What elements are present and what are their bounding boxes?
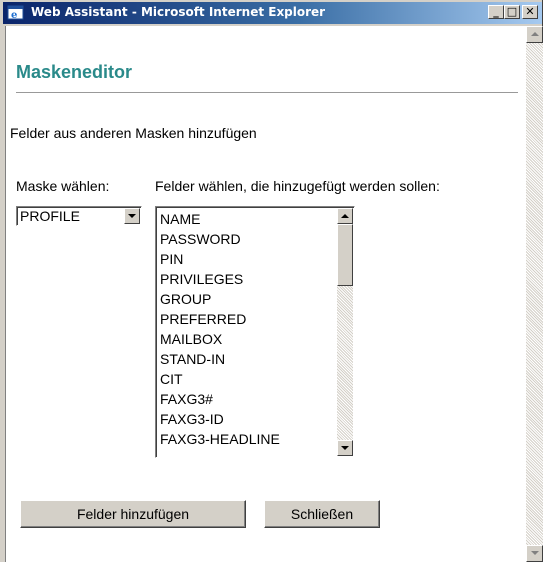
mask-select-label: Maske wählen: xyxy=(16,178,110,194)
list-item[interactable]: FAXG3-ID xyxy=(160,409,280,429)
chevron-down-icon xyxy=(531,551,539,555)
fields-listbox[interactable]: NAME PASSWORD PIN PRIVILEGES GROUP PREFE… xyxy=(155,206,355,458)
list-item[interactable]: STAND-IN xyxy=(160,349,280,369)
fields-list: NAME PASSWORD PIN PRIVILEGES GROUP PREFE… xyxy=(160,209,280,449)
close-window-button[interactable]: ✕ xyxy=(522,5,538,19)
list-item[interactable]: PREFERRED xyxy=(160,309,280,329)
window-scroll-down-button[interactable] xyxy=(526,545,543,562)
page-content: Maskeneditor Felder aus anderen Masken h… xyxy=(5,26,527,562)
list-item[interactable]: FAXG3# xyxy=(160,389,280,409)
fields-list-label: Felder wählen, die hinzugefügt werden so… xyxy=(155,178,440,194)
section-heading: Felder aus anderen Masken hinzufügen xyxy=(10,125,257,141)
chevron-up-icon xyxy=(531,32,539,36)
listbox-scrollbar[interactable] xyxy=(337,208,353,456)
list-item[interactable]: NAME xyxy=(160,209,280,229)
list-item[interactable]: FAXG3-HEADLINE xyxy=(160,429,280,449)
list-item[interactable]: MAILBOX xyxy=(160,329,280,349)
list-item[interactable]: PRIVILEGES xyxy=(160,269,280,289)
page-title: Maskeneditor xyxy=(16,62,133,82)
scroll-down-button[interactable] xyxy=(337,440,353,456)
chevron-up-icon xyxy=(341,214,349,218)
list-item[interactable]: GROUP xyxy=(160,289,280,309)
mask-select[interactable]: PROFILE xyxy=(16,206,142,226)
list-item[interactable]: PASSWORD xyxy=(160,229,280,249)
svg-text:e: e xyxy=(11,10,17,21)
title-bar[interactable]: e Web Assistant - Microsoft Internet Exp… xyxy=(3,2,542,24)
list-item[interactable]: PIN xyxy=(160,249,280,269)
mask-select-value: PROFILE xyxy=(20,208,80,224)
chevron-down-icon xyxy=(341,446,349,450)
list-item[interactable]: CIT xyxy=(160,369,280,389)
minimize-button[interactable]: _ xyxy=(488,5,504,19)
ie-icon: e xyxy=(7,5,24,21)
window-scrollbar[interactable] xyxy=(526,26,543,562)
window-scroll-up-button[interactable] xyxy=(526,26,543,43)
title-divider xyxy=(16,92,518,93)
scroll-thumb[interactable] xyxy=(337,224,353,286)
browser-window: e Web Assistant - Microsoft Internet Exp… xyxy=(0,0,543,562)
add-fields-button[interactable]: Felder hinzufügen xyxy=(20,500,246,528)
chevron-down-icon xyxy=(128,214,136,218)
scroll-up-button[interactable] xyxy=(337,208,353,224)
window-title: Web Assistant - Microsoft Internet Explo… xyxy=(31,5,326,19)
close-button[interactable]: Schließen xyxy=(264,500,380,528)
maximize-button[interactable]: □ xyxy=(504,5,520,19)
dropdown-arrow-button[interactable] xyxy=(124,208,140,224)
